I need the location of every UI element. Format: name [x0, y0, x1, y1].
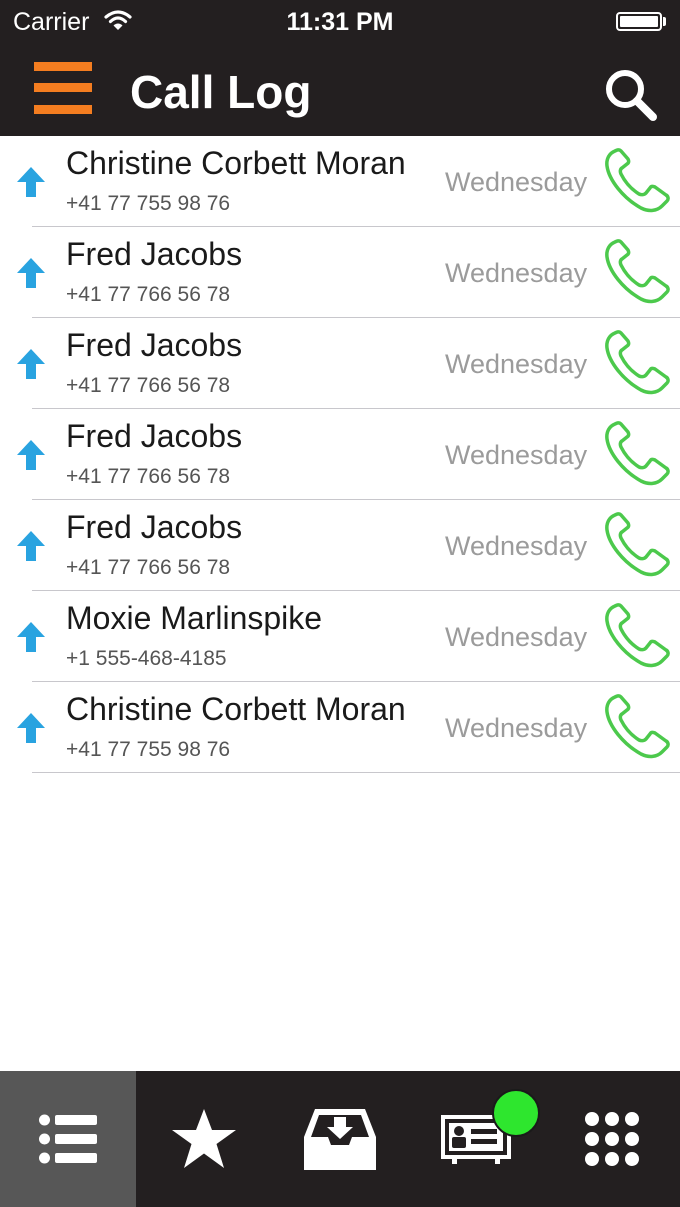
tab-keypad[interactable] — [544, 1071, 680, 1207]
outgoing-call-arrow-icon — [16, 166, 46, 203]
outgoing-call-arrow-icon — [16, 439, 46, 476]
outgoing-call-arrow-icon — [16, 712, 46, 749]
clock: 11:31 PM — [286, 8, 394, 36]
contact-name: Fred Jacobs — [66, 418, 243, 454]
list-icon — [39, 1114, 97, 1164]
inbox-download-icon — [304, 1109, 376, 1170]
call-day: Wednesday — [445, 622, 588, 652]
call-phone-icon[interactable] — [603, 603, 671, 674]
phone-number: +41 77 766 56 78 — [66, 465, 231, 488]
contact-name: Moxie Marlinspike — [66, 600, 323, 636]
outgoing-call-arrow-icon — [16, 621, 46, 658]
call-log-row[interactable]: Fred Jacobs +41 77 766 56 78 Wednesday — [0, 318, 680, 409]
page-title: Call Log — [130, 66, 312, 118]
tab-bar — [0, 1071, 680, 1207]
contact-name: Fred Jacobs — [66, 327, 243, 363]
call-day: Wednesday — [445, 258, 588, 288]
hamburger-menu-icon[interactable] — [34, 62, 92, 114]
call-phone-icon[interactable] — [603, 694, 671, 765]
phone-number: +41 77 766 56 78 — [66, 556, 231, 579]
row-divider — [32, 772, 680, 773]
call-phone-icon[interactable] — [603, 330, 671, 401]
phone-number: +1 555-468-4185 — [66, 647, 227, 670]
call-day: Wednesday — [445, 440, 588, 470]
call-log-row[interactable]: Christine Corbett Moran +41 77 755 98 76… — [0, 682, 680, 773]
phone-number: +41 77 755 98 76 — [66, 738, 231, 761]
call-log-list: Christine Corbett Moran +41 77 755 98 76… — [0, 136, 680, 773]
call-day: Wednesday — [445, 531, 588, 561]
call-day: Wednesday — [445, 713, 588, 743]
contact-name: Christine Corbett Moran — [66, 145, 406, 181]
contact-name: Fred Jacobs — [66, 509, 243, 545]
phone-number: +41 77 755 98 76 — [66, 192, 231, 215]
call-log-row[interactable]: Moxie Marlinspike +1 555-468-4185 Wednes… — [0, 591, 680, 682]
tab-call-log[interactable] — [0, 1071, 136, 1207]
call-log-row[interactable]: Christine Corbett Moran +41 77 755 98 76… — [0, 136, 680, 227]
outgoing-call-arrow-icon — [16, 348, 46, 385]
contact-name: Fred Jacobs — [66, 236, 243, 272]
call-phone-icon[interactable] — [603, 512, 671, 583]
call-log-row[interactable]: Fred Jacobs +41 77 766 56 78 Wednesday — [0, 409, 680, 500]
phone-number: +41 77 766 56 78 — [66, 374, 231, 397]
battery-icon — [616, 12, 662, 31]
tab-inbox[interactable] — [272, 1071, 408, 1207]
navigation-bar: Call Log — [0, 45, 680, 136]
call-phone-icon[interactable] — [603, 421, 671, 492]
keypad-icon — [585, 1112, 639, 1166]
call-day: Wednesday — [445, 349, 588, 379]
search-icon[interactable] — [603, 67, 659, 123]
phone-number: +41 77 766 56 78 — [66, 283, 231, 306]
call-log-row[interactable]: Fred Jacobs +41 77 766 56 78 Wednesday — [0, 500, 680, 591]
call-phone-icon[interactable] — [603, 239, 671, 310]
call-phone-icon[interactable] — [603, 148, 671, 219]
outgoing-call-arrow-icon — [16, 530, 46, 567]
call-day: Wednesday — [445, 167, 588, 197]
call-log-row[interactable]: Fred Jacobs +41 77 766 56 78 Wednesday — [0, 227, 680, 318]
online-status-dot — [492, 1089, 540, 1137]
battery-tip — [663, 17, 666, 26]
contact-name: Christine Corbett Moran — [66, 691, 406, 727]
outgoing-call-arrow-icon — [16, 257, 46, 294]
tab-favorites[interactable] — [136, 1071, 272, 1207]
status-bar: Carrier 11:31 PM — [0, 0, 680, 45]
star-icon — [172, 1109, 236, 1168]
